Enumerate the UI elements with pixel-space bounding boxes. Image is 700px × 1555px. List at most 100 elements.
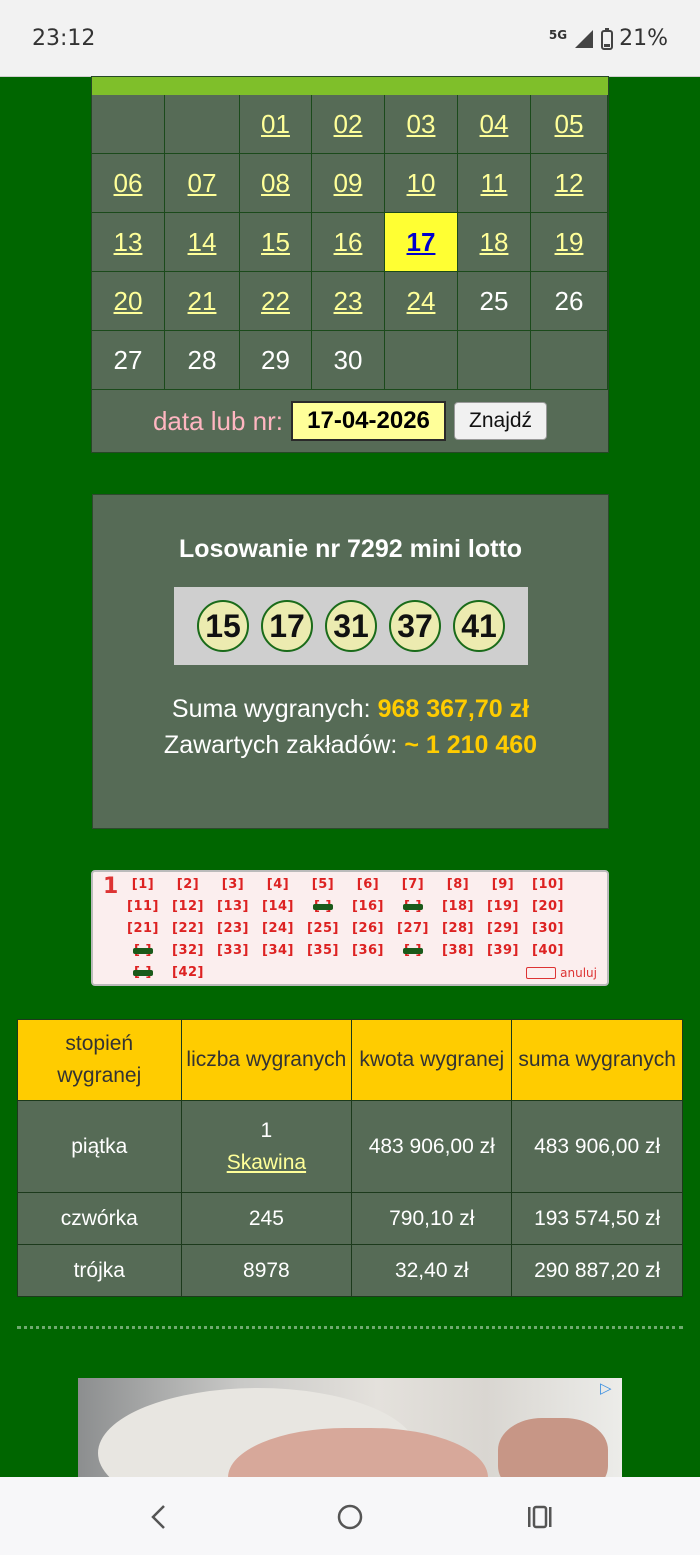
coupon-number: [32] (172, 943, 204, 958)
calendar-day[interactable]: 23 (312, 272, 385, 331)
coupon-number: [29] (487, 921, 519, 936)
coupon-number: [40] (532, 943, 564, 958)
home-button[interactable] (320, 1497, 380, 1537)
calendar-header (92, 77, 608, 95)
status-icons: 5G 21% (549, 26, 668, 51)
calendar-empty-cell (92, 95, 165, 154)
coupon-number: [13] (217, 899, 249, 914)
bets-label: Zawartych zakładów: (163, 731, 398, 759)
divider (17, 1326, 683, 1329)
amount-cell: 483 906,00 zł (351, 1100, 513, 1193)
signal-icon (575, 29, 594, 48)
calendar-day[interactable]: 08 (240, 154, 312, 213)
coupon-number: [4] (266, 877, 290, 892)
calendar-empty-cell (531, 331, 608, 390)
calendar-day[interactable]: 21 (165, 272, 240, 331)
count-cell: 8978 (180, 1244, 353, 1297)
calendar-day[interactable]: 02 (312, 95, 385, 154)
advertisement[interactable]: ▷ (78, 1378, 622, 1478)
calendar-day: 26 (531, 272, 608, 331)
coupon-number: [24] (262, 921, 294, 936)
coupon-number: [30] (532, 921, 564, 936)
calendar-day[interactable]: 10 (385, 154, 458, 213)
calendar-day[interactable]: 19 (531, 213, 608, 272)
calendar-day[interactable]: 05 (531, 95, 608, 154)
ball: 37 (389, 600, 441, 652)
coupon-number: [11] (127, 899, 159, 914)
coupon-cancel: anuluj (526, 966, 597, 980)
calendar-day[interactable]: 22 (240, 272, 312, 331)
coupon-number: [ ] (123, 964, 163, 982)
calendar-day[interactable]: 14 (165, 213, 240, 272)
calendar: 01 02 03 04 05 06 07 08 09 10 11 12 13 14 15 16 17 18 19 20… (91, 76, 609, 453)
back-button[interactable] (128, 1497, 188, 1537)
calendar-day[interactable]: 03 (385, 95, 458, 154)
battery-level: 21% (619, 26, 668, 51)
coupon-number: [28] (442, 921, 474, 936)
calendar-day: 29 (240, 331, 312, 390)
coupon-number: [12] (172, 899, 204, 914)
coupon-number: [42] (172, 965, 204, 980)
adchoices-icon[interactable]: ▷ (600, 1380, 618, 1396)
coupon-number: [10] (532, 877, 564, 892)
calendar-day[interactable]: 09 (312, 154, 385, 213)
lotto-coupon: 1 [1] [2] [3] [4] [5] [6] [7] [8] [9] [10] [11] [12… (91, 870, 609, 986)
count-value: 1 (260, 1118, 273, 1142)
find-button[interactable]: Znajdź (454, 402, 548, 440)
bets-value: ~ 1 210 460 (404, 731, 538, 759)
table-row: trójka 8978 32,40 zł 290 887,20 zł (17, 1244, 683, 1297)
draw-result-panel: Losowanie nr 7292 mini lotto 15 17 31 37… (92, 494, 609, 829)
coupon-number: [5] (311, 877, 335, 892)
calendar-day[interactable]: 18 (458, 213, 531, 272)
table-header-row: stopień wygranej liczba wygranych kwota … (17, 1019, 683, 1101)
coupon-number: [39] (487, 943, 519, 958)
cancel-label: anuluj (560, 966, 597, 980)
cancel-box-icon (526, 967, 557, 979)
coupon-number: [18] (442, 899, 474, 914)
total-cell: 483 906,00 zł (511, 1100, 683, 1193)
coupon-number: [ ] (393, 942, 433, 960)
calendar-empty-cell (385, 331, 458, 390)
home-icon (337, 1504, 363, 1530)
table-row: piątka 1 Skawina 483 906,00 zł 483 906,0… (17, 1100, 683, 1193)
winner-place-link[interactable]: Skawina (227, 1151, 306, 1174)
coupon-number: [26] (352, 921, 384, 936)
coupon-number: [21] (127, 921, 159, 936)
coupon-number: [35] (307, 943, 339, 958)
calendar-day[interactable]: 12 (531, 154, 608, 213)
tier-cell: czwórka (17, 1192, 182, 1245)
calendar-day[interactable]: 24 (385, 272, 458, 331)
coupon-number: [34] (262, 943, 294, 958)
coupon-number: [ ] (303, 898, 343, 916)
prize-table: stopień wygranej liczba wygranych kwota … (17, 1019, 683, 1297)
calendar-day[interactable]: 04 (458, 95, 531, 154)
coupon-number: [25] (307, 921, 339, 936)
calendar-day[interactable]: 15 (240, 213, 312, 272)
ball: 31 (325, 600, 377, 652)
status-bar: 23:12 5G 21% (0, 0, 700, 77)
calendar-day: 25 (458, 272, 531, 331)
ball: 15 (197, 600, 249, 652)
coupon-number: [20] (532, 899, 564, 914)
calendar-day: 28 (165, 331, 240, 390)
date-input[interactable] (291, 401, 447, 441)
calendar-day[interactable]: 07 (165, 154, 240, 213)
recents-button[interactable] (510, 1497, 570, 1537)
coupon-number: [33] (217, 943, 249, 958)
coupon-number: [ ] (393, 898, 433, 916)
sum-label: Suma wygranych: (171, 695, 371, 723)
calendar-day[interactable]: 20 (92, 272, 165, 331)
calendar-day[interactable]: 11 (458, 154, 531, 213)
header-amount: kwota wygranej (351, 1019, 513, 1101)
calendar-day: 27 (92, 331, 165, 390)
sum-line: Suma wygranych: 968 367,70 zł (93, 695, 608, 724)
calendar-day[interactable]: 01 (240, 95, 312, 154)
calendar-day[interactable]: 13 (92, 213, 165, 272)
date-search: data lub nr: Znajdź (92, 390, 608, 452)
coupon-number: [9] (491, 877, 515, 892)
ball: 17 (261, 600, 313, 652)
calendar-day[interactable]: 06 (92, 154, 165, 213)
calendar-day[interactable]: 17 (385, 213, 458, 272)
header-count: liczba wygranych (180, 1019, 353, 1101)
calendar-day[interactable]: 16 (312, 213, 385, 272)
